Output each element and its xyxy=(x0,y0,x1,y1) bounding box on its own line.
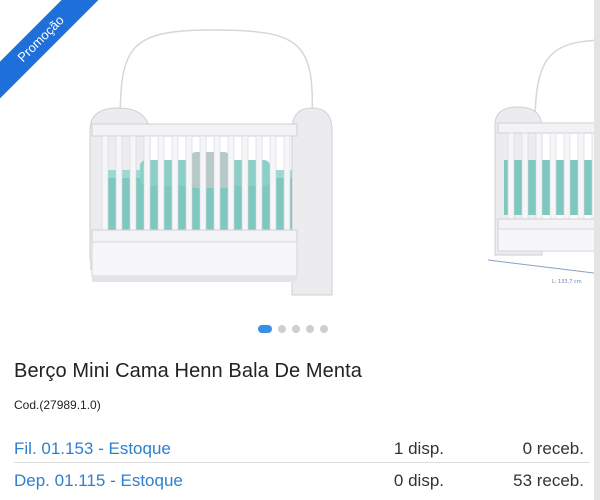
carousel-dot-2[interactable] xyxy=(278,325,286,333)
product-info: Berço Mini Cama Henn Bala De Menta Cod.(… xyxy=(14,360,589,412)
stock-row: Fil. 01.153 - Estoque 1 disp. 0 receb. xyxy=(0,425,594,458)
dimension-label: L: 133,7 cm xyxy=(552,279,582,285)
promo-badge: Promoção xyxy=(0,0,120,120)
stock-divider xyxy=(14,462,590,463)
carousel-dot-1[interactable] xyxy=(258,325,272,333)
stock-location-link[interactable]: Dep. 01.115 - Estoque xyxy=(14,471,183,491)
product-code: Cod.(27989.1.0) xyxy=(14,398,101,412)
stock-receiving: 53 receb. xyxy=(513,471,584,490)
promo-badge-label: Promoção xyxy=(0,0,111,109)
carousel-dot-5[interactable] xyxy=(320,325,328,333)
product-image[interactable] xyxy=(80,20,350,310)
product-title: Berço Mini Cama Henn Bala De Menta xyxy=(14,360,362,382)
product-image-carousel[interactable]: Promoção L: 133,7 cm xyxy=(0,0,600,345)
stock-row: Dep. 01.115 - Estoque 0 disp. 53 receb. xyxy=(0,455,594,495)
product-image-next[interactable]: L: 133,7 cm xyxy=(480,35,600,295)
carousel-dot-3[interactable] xyxy=(292,325,300,333)
carousel-dot-4[interactable] xyxy=(306,325,314,333)
carousel-pagination xyxy=(258,325,328,333)
crib-illustration xyxy=(89,29,333,296)
stock-list: Fil. 01.153 - Estoque 1 disp. 0 receb. D… xyxy=(0,425,594,495)
scrollbar-track[interactable] xyxy=(594,0,600,500)
crib-dimensions-illustration: L: 133,7 cm xyxy=(487,39,600,285)
stock-available: 0 disp. xyxy=(393,471,444,490)
